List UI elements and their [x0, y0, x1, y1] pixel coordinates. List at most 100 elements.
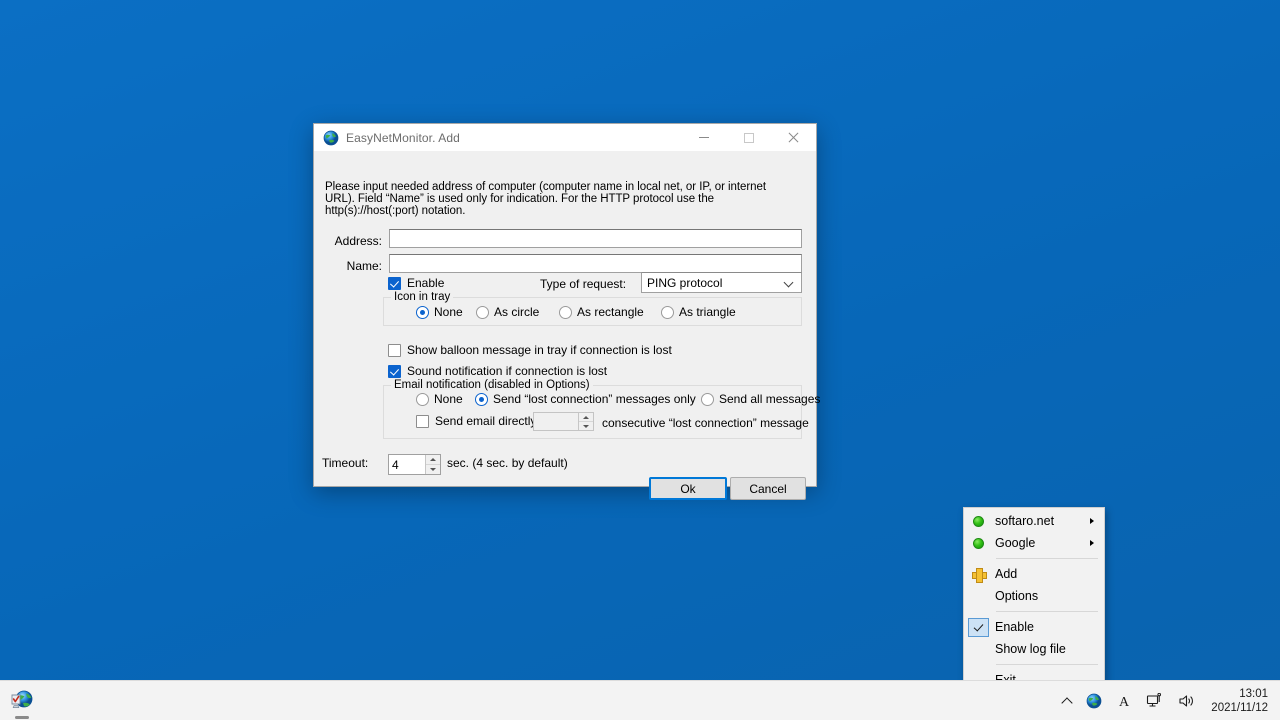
cancel-button[interactable]: Cancel: [730, 477, 806, 500]
address-input[interactable]: [390, 230, 801, 248]
radio-icon-triangle-indicator[interactable]: [661, 305, 674, 319]
taskbar: A 13:01 2021/11/12: [0, 680, 1280, 720]
radio-icon-none[interactable]: None: [416, 305, 463, 319]
balloon-checkbox-row[interactable]: Show balloon message in tray if connecti…: [388, 343, 672, 357]
tray-icon-volume[interactable]: [1171, 681, 1203, 720]
radio-icon-rectangle[interactable]: As rectangle: [559, 305, 644, 319]
system-tray: A 13:01 2021/11/12: [1056, 681, 1280, 720]
submenu-arrow-icon: [1090, 518, 1094, 524]
type-of-request-select[interactable]: PING protocol: [641, 272, 802, 293]
type-of-request-value: PING protocol: [647, 275, 723, 290]
balloon-checkbox[interactable]: [388, 343, 401, 357]
enable-checkbox[interactable]: [388, 276, 401, 290]
tray-context-menu: softaro.net Google Add Options Enable Sh…: [963, 507, 1105, 694]
radio-email-none-indicator[interactable]: [416, 392, 429, 406]
volume-icon: [1179, 694, 1194, 707]
timeout-spinner-down-icon[interactable]: [426, 465, 440, 474]
spinner-arrows[interactable]: [578, 413, 593, 430]
tray-show-hidden-button[interactable]: [1056, 681, 1079, 720]
consecutive-count-input[interactable]: [534, 413, 578, 430]
dialog-title: EasyNetMonitor. Add: [346, 130, 460, 145]
globe-icon: [323, 130, 339, 145]
address-input-wrap[interactable]: [389, 229, 802, 248]
radio-icon-circle[interactable]: As circle: [476, 305, 539, 319]
balloon-checkbox-label: Show balloon message in tray if connecti…: [407, 343, 672, 357]
radio-icon-rectangle-indicator[interactable]: [559, 305, 572, 319]
maximize-button[interactable]: [726, 124, 771, 151]
sound-checkbox[interactable]: [388, 364, 401, 378]
radio-email-lost-only-indicator[interactable]: [475, 392, 488, 406]
radio-email-lost-only[interactable]: Send “lost connection” messages only: [475, 392, 696, 406]
minimize-button[interactable]: [681, 124, 726, 151]
radio-icon-triangle[interactable]: As triangle: [661, 305, 736, 319]
spinner-down-icon[interactable]: [579, 422, 593, 430]
menu-item-show-log-file-label: Show log file: [995, 642, 1066, 656]
intro-text: Please input needed address of computer …: [325, 181, 767, 218]
consecutive-count-spinner[interactable]: [533, 412, 594, 431]
menu-item-add-label: Add: [995, 567, 1018, 581]
sound-checkbox-row[interactable]: Sound notification if connection is lost: [388, 364, 607, 378]
radio-email-none-label: None: [434, 392, 463, 406]
green-status-dot-icon: [964, 537, 992, 549]
menu-item-enable-label: Enable: [995, 620, 1034, 634]
checkmark-icon: [964, 617, 992, 637]
chevron-down-icon: [785, 279, 793, 287]
easynetmonitor-add-dialog: EasyNetMonitor. Add Please input needed …: [313, 123, 820, 500]
radio-icon-circle-label: As circle: [494, 305, 540, 319]
radio-icon-none-indicator[interactable]: [416, 305, 429, 319]
enable-checkbox-row[interactable]: Enable: [388, 276, 444, 290]
radio-icon-rectangle-label: As rectangle: [577, 305, 644, 319]
taskbar-item-easynetmonitor[interactable]: [0, 681, 44, 720]
dialog-titlebar[interactable]: EasyNetMonitor. Add: [314, 124, 816, 151]
taskbar-clock[interactable]: 13:01 2021/11/12: [1203, 681, 1280, 720]
email-notification-title: Email notification (disabled in Options): [391, 379, 593, 391]
menu-separator: [996, 664, 1098, 665]
enable-checkbox-label: Enable: [407, 276, 445, 290]
green-status-dot-icon: [964, 515, 992, 527]
icon-in-tray-title: Icon in tray: [391, 291, 454, 303]
timeout-label: Timeout:: [322, 456, 369, 470]
name-input-wrap[interactable]: [389, 254, 802, 273]
address-label: Address:: [334, 234, 382, 248]
tray-icon-easynetmonitor[interactable]: [1079, 681, 1109, 720]
radio-icon-none-label: None: [434, 305, 463, 319]
radio-icon-circle-indicator[interactable]: [476, 305, 489, 319]
icon-in-tray-group: Icon in tray None As circle As rectangle…: [383, 291, 802, 326]
menu-item-options[interactable]: Options: [964, 585, 1104, 607]
radio-email-all-indicator[interactable]: [701, 392, 714, 406]
desktop[interactable]: EasyNetMonitor. Add Please input needed …: [0, 0, 1280, 694]
radio-email-all[interactable]: Send all messages: [701, 392, 820, 406]
menu-item-softaro-net-label: softaro.net: [995, 514, 1055, 528]
menu-item-options-label: Options: [995, 589, 1039, 603]
tray-icon-ime[interactable]: A: [1109, 681, 1139, 720]
name-input[interactable]: [390, 255, 801, 273]
minimize-icon: [698, 137, 709, 138]
taskbar-running-indicator: [15, 715, 29, 719]
timeout-spinner-arrows[interactable]: [425, 455, 440, 474]
close-button[interactable]: [771, 124, 816, 151]
timeout-input[interactable]: [389, 455, 425, 474]
menu-separator: [996, 611, 1098, 612]
menu-item-show-log-file[interactable]: Show log file: [964, 638, 1104, 660]
chevron-up-icon: [1063, 696, 1072, 705]
clock-date: 2021/11/12: [1211, 701, 1268, 714]
send-email-directly-checkbox[interactable]: [416, 414, 429, 428]
submenu-arrow-icon: [1090, 540, 1094, 546]
menu-item-google[interactable]: Google: [964, 532, 1104, 554]
menu-item-enable[interactable]: Enable: [964, 616, 1104, 638]
svg-text:A: A: [1119, 695, 1130, 709]
email-notification-group: Email notification (disabled in Options)…: [383, 379, 820, 439]
spinner-up-icon[interactable]: [579, 413, 593, 422]
tray-icon-network[interactable]: [1139, 681, 1171, 720]
taskbar-apps: [0, 681, 44, 720]
timeout-spinner-up-icon[interactable]: [426, 455, 440, 465]
ok-button[interactable]: Ok: [649, 477, 727, 500]
menu-item-softaro-net[interactable]: softaro.net: [964, 510, 1104, 532]
timeout-spinner[interactable]: [388, 454, 441, 475]
timeout-suffix-label: sec. (4 sec. by default): [447, 456, 568, 470]
radio-email-none[interactable]: None: [416, 392, 463, 406]
menu-item-add[interactable]: Add: [964, 563, 1104, 585]
radio-email-all-label: Send all messages: [719, 392, 821, 406]
plus-icon: [964, 567, 992, 583]
menu-separator: [996, 558, 1098, 559]
